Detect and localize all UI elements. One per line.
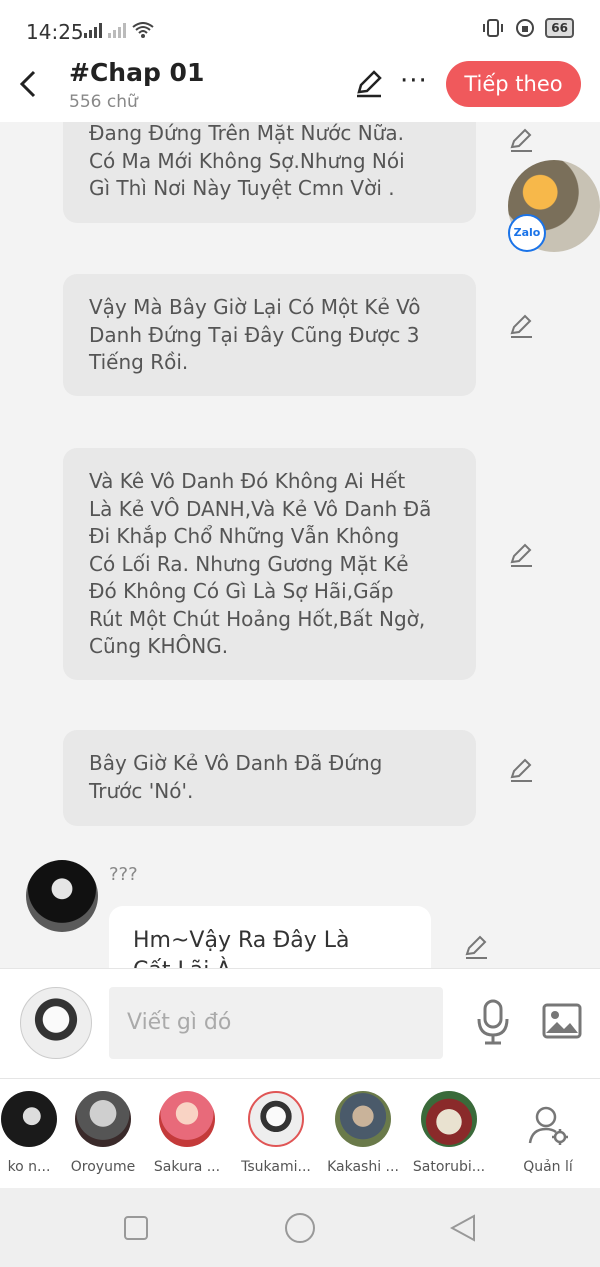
character-avatar[interactable] (26, 860, 98, 932)
status-bar: 14:25 66 (0, 0, 600, 58)
edit-message-icon[interactable] (508, 127, 534, 153)
zalo-badge[interactable]: Zalo (508, 214, 546, 252)
character-message-bubble[interactable]: Hm~Vậy Ra Đây Là Cất Lãi À (109, 906, 431, 968)
battery-icon: 66 (545, 18, 574, 38)
character-avatar (75, 1091, 131, 1147)
wifi-icon (132, 22, 154, 38)
edit-message-icon[interactable] (508, 757, 534, 783)
status-time: 14:25 (26, 20, 84, 44)
manage-characters-button[interactable]: Quản lí (518, 1103, 578, 1175)
back-nav-button[interactable] (450, 1214, 476, 1242)
character-item[interactable]: Sakura ... (144, 1091, 230, 1175)
signal-icons (84, 22, 154, 38)
character-name: ??? (109, 864, 138, 885)
character-avatar (159, 1091, 215, 1147)
status-right: 66 (481, 18, 574, 38)
cell-signal-2-icon (108, 22, 126, 38)
character-item-selected[interactable]: Tsukami... (233, 1091, 319, 1175)
recent-apps-button[interactable] (123, 1215, 149, 1241)
edit-message-icon[interactable] (508, 542, 534, 568)
user-settings-icon (528, 1106, 568, 1145)
character-selector: ko n... Oroyume Sakura ... Tsukami... Ka… (0, 1078, 600, 1188)
edit-message-icon[interactable] (463, 934, 489, 960)
character-avatar (248, 1091, 304, 1147)
system-nav-bar (0, 1188, 600, 1267)
chapter-title: #Chap 01 (69, 58, 205, 87)
character-item[interactable]: Oroyume (60, 1091, 146, 1175)
compose-bar: Viết gì đó (0, 968, 600, 1078)
character-item[interactable]: Kakashi ... (320, 1091, 406, 1175)
message-bubble[interactable]: Vậy Mà Bây Giờ Lại Có Một Kẻ Vô Danh Đứn… (63, 274, 476, 396)
message-bubble[interactable]: Và Kê Vô Danh Đó Không Ai Hết Là Kẻ VÔ D… (63, 448, 476, 680)
current-character-avatar[interactable] (20, 987, 92, 1059)
home-button[interactable] (284, 1212, 316, 1244)
vibrate-icon (483, 19, 504, 37)
edit-title-icon[interactable] (354, 68, 384, 98)
back-button[interactable] (14, 66, 42, 102)
next-button[interactable]: Tiếp theo (446, 61, 581, 107)
cell-signal-icon (84, 22, 102, 38)
message-input[interactable]: Viết gì đó (109, 987, 443, 1059)
more-options-button[interactable]: ··· (400, 66, 428, 96)
character-avatar (335, 1091, 391, 1147)
character-avatar (421, 1091, 477, 1147)
word-count: 556 chữ (69, 92, 138, 112)
character-avatar (1, 1091, 57, 1147)
chat-content[interactable]: Đang Đứng Trên Mặt Nước Nữa. Có Ma Mới K… (0, 122, 600, 968)
message-bubble[interactable]: Đang Đứng Trên Mặt Nước Nữa. Có Ma Mới K… (63, 122, 476, 223)
rotation-lock-icon (516, 19, 535, 37)
message-bubble[interactable]: Bây Giờ Kẻ Vô Danh Đã Đứng Trước 'Nó'. (63, 730, 476, 826)
manage-label: Quản lí (523, 1159, 573, 1175)
microphone-icon[interactable] (476, 999, 510, 1045)
edit-message-icon[interactable] (508, 313, 534, 339)
image-icon[interactable] (542, 1003, 582, 1039)
app-header: #Chap 01 556 chữ ··· Tiếp theo (0, 58, 600, 122)
character-item[interactable]: Satorubi... (406, 1091, 492, 1175)
